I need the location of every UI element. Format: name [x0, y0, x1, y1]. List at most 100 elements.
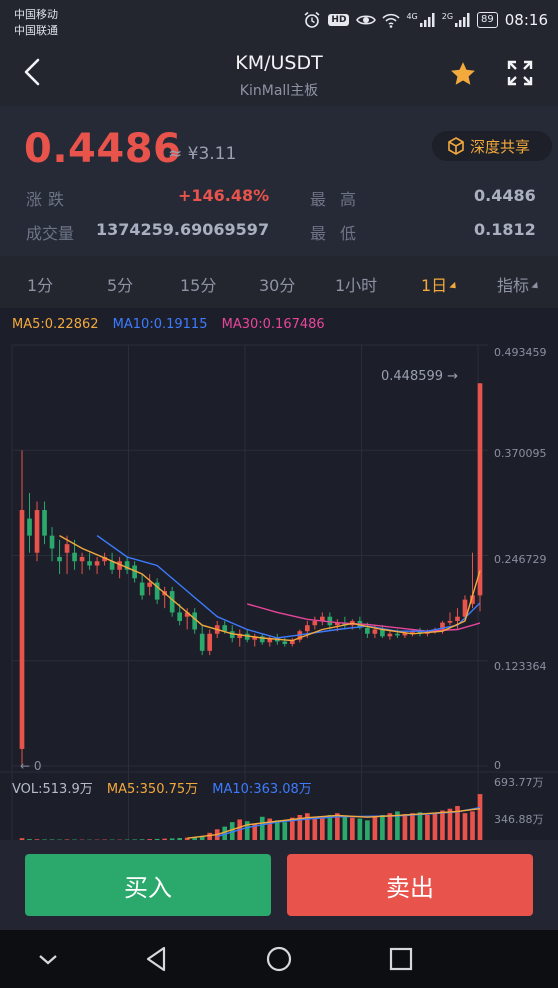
ma-legend: MA5:0.22862 MA10:0.19115 MA30:0.167486: [12, 317, 335, 332]
last-price-marker: 0.448599 →: [381, 369, 459, 384]
candle-body: [147, 582, 152, 587]
carrier-primary: 中国移动: [14, 8, 58, 21]
vol-tick-0: 693.77万: [494, 776, 544, 789]
system-nav-bar: [0, 930, 558, 988]
vol-legend: VOL:513.9万: [12, 782, 93, 797]
volume-legend: VOL:513.9万 MA5:350.75万 MA10:363.08万: [12, 778, 322, 797]
fullscreen-icon: [507, 60, 533, 86]
volume-bar: [327, 814, 333, 840]
volume-bar: [357, 818, 363, 840]
signal-icon-2: 2G: [442, 12, 470, 28]
favorite-button[interactable]: [449, 60, 477, 88]
battery-icon: 89: [477, 12, 498, 28]
tab-1min[interactable]: 1分: [27, 272, 53, 296]
status-bar: 中国移动 中国联通 HD 4G 2G 89 08:16: [0, 0, 558, 40]
ma30-legend: MA30:0.167486: [221, 317, 325, 332]
candle-body: [455, 616, 460, 621]
depth-share-button[interactable]: 深度共享: [432, 131, 552, 161]
volume-bar: [432, 813, 438, 840]
candle-body: [365, 627, 370, 634]
ma10-legend: MA10:0.19115: [112, 317, 208, 332]
fullscreen-button[interactable]: [506, 59, 534, 87]
nav-back-button[interactable]: [140, 942, 174, 976]
dropdown-caret-icon: [449, 281, 459, 292]
chevron-down-icon: [39, 955, 57, 965]
alarm-icon: [303, 11, 321, 29]
vol-ma5-legend: MA5:350.75万: [106, 782, 199, 797]
volume-bar: [320, 818, 325, 840]
kline-svg: [0, 344, 558, 840]
tab-1hour[interactable]: 1小时: [335, 272, 377, 296]
y-tick-1: 0.370095: [494, 447, 547, 460]
candle-body: [34, 510, 40, 553]
nav-collapse-button[interactable]: [31, 942, 65, 976]
tab-1day[interactable]: 1日: [421, 272, 459, 296]
volume-bar: [477, 794, 483, 840]
candle-body: [177, 612, 182, 621]
candle-body: [27, 518, 32, 536]
candle-body: [42, 510, 47, 536]
candle-body: [64, 544, 70, 553]
candle-body: [139, 582, 145, 596]
candle-body: [79, 556, 85, 562]
status-icons: HD 4G 2G 89 08:16: [303, 9, 548, 31]
volume-bar: [425, 814, 430, 840]
tab-1day-label: 1日: [421, 276, 448, 295]
volume-label: 成交量: [26, 224, 75, 243]
low-price-marker: ← 0: [20, 759, 42, 773]
kline-chart[interactable]: MA5:0.22862 MA10:0.19115 MA30:0.167486 0…: [0, 308, 558, 840]
vol-tick-1: 346.88万: [494, 813, 544, 826]
eye-icon: [356, 11, 377, 29]
change-label: 涨跌: [26, 190, 71, 209]
ma5-legend: MA5:0.22862: [12, 317, 99, 332]
y-tick-0: 0.493459: [494, 346, 547, 359]
candle-body: [477, 383, 483, 596]
price-panel: 0.4486 ≈ ¥3.11 深度共享 涨跌 +146.48% 最高 0.448…: [0, 106, 558, 256]
volume-bar: [440, 810, 445, 840]
volume-bar: [365, 820, 370, 840]
tab-indicators-label: 指标: [497, 276, 530, 295]
sell-button[interactable]: 卖出: [287, 854, 533, 916]
carrier-secondary: 中国联通: [14, 24, 58, 37]
tab-15min[interactable]: 15分: [180, 272, 216, 296]
high-label: 最高: [310, 190, 371, 209]
ma5-line: [59, 534, 481, 642]
volume-bar: [402, 814, 408, 840]
circle-home-icon: [266, 946, 292, 972]
candle-body: [395, 633, 400, 636]
signal-type-label: 2G: [441, 12, 454, 21]
wifi-icon: [381, 11, 401, 29]
candle-body: [57, 556, 62, 562]
tab-5min[interactable]: 5分: [107, 272, 133, 296]
candle-body: [19, 510, 25, 749]
candle-body: [207, 633, 213, 651]
nav-recents-button[interactable]: [384, 942, 418, 976]
last-price: 0.4486: [24, 126, 182, 172]
candle-body: [312, 620, 318, 626]
y-tick-2: 0.246729: [494, 553, 547, 566]
change-value: +146.48%: [178, 186, 270, 205]
tab-indicators[interactable]: 指标: [497, 272, 541, 296]
candle-body: [222, 625, 228, 632]
volume-bar: [372, 816, 378, 840]
candle-body: [327, 616, 333, 626]
timeframe-tabs: 1分 5分 15分 30分 1小时 1日 指标: [0, 256, 558, 308]
candle-body: [282, 641, 288, 644]
volume-bar: [350, 817, 355, 840]
vol-ma10-legend: MA10:363.08万: [212, 782, 312, 797]
hd-icon: HD: [328, 14, 350, 26]
nav-home-button[interactable]: [262, 942, 296, 976]
triangle-back-icon: [146, 946, 166, 972]
volume-bar: [387, 813, 393, 840]
depth-share-label: 深度共享: [470, 137, 531, 156]
buy-button[interactable]: 买入: [25, 854, 271, 916]
y-tick-4: 0: [494, 759, 501, 772]
candle-body: [304, 625, 310, 632]
low-value: 0.1812: [474, 220, 536, 239]
tab-30min[interactable]: 30分: [259, 272, 295, 296]
cny-price: ≈ ¥3.11: [168, 144, 237, 164]
volume-bar: [462, 813, 468, 840]
volume-bar: [380, 814, 385, 840]
signal-type-label: 4G: [406, 12, 418, 21]
candle-body: [372, 629, 378, 634]
